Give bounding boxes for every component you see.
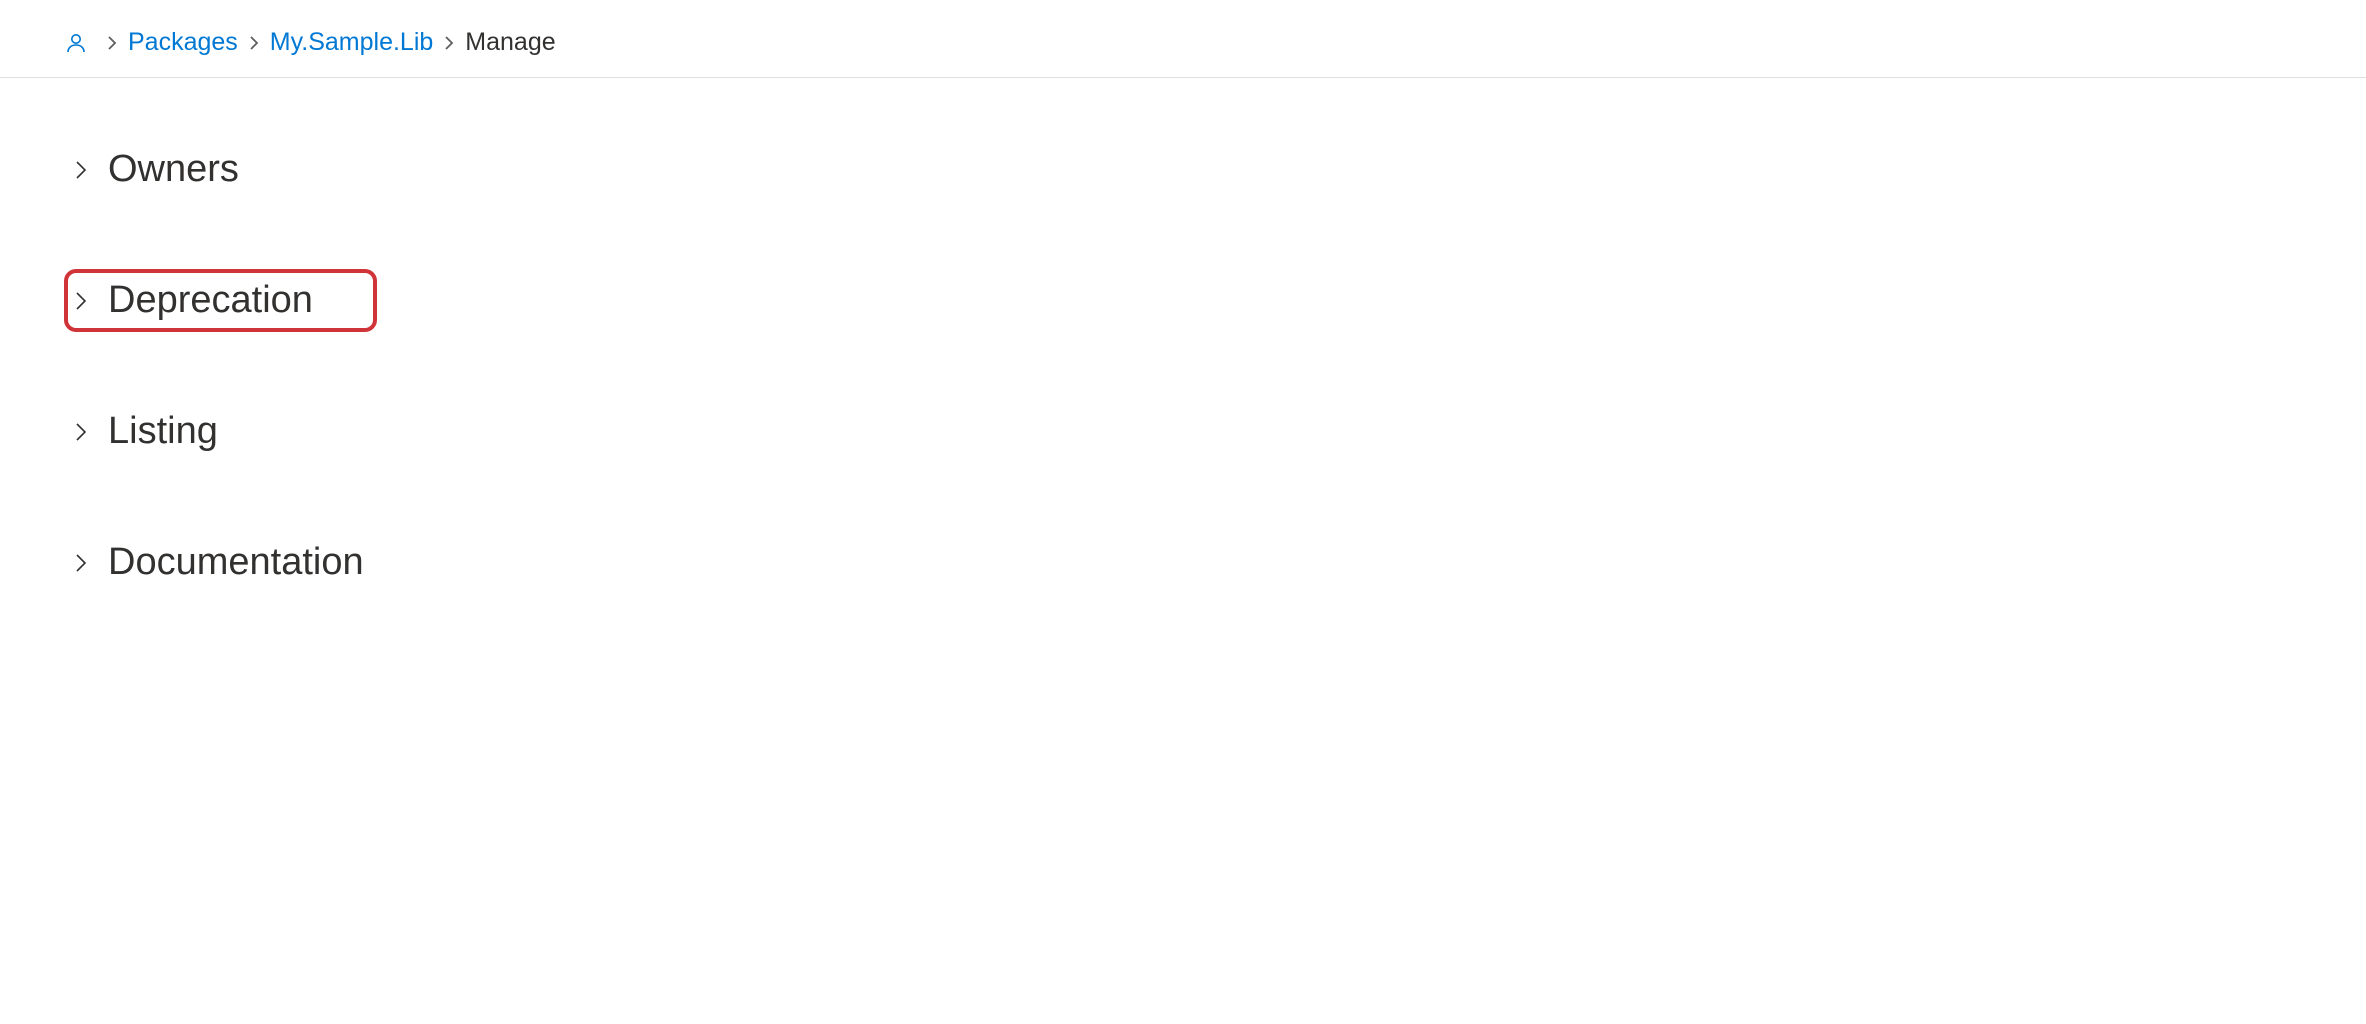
section-label: Deprecation	[108, 279, 313, 322]
section-label: Listing	[108, 410, 218, 453]
breadcrumb-packages-link[interactable]: Packages	[128, 28, 238, 57]
breadcrumb-separator	[106, 34, 118, 52]
user-icon[interactable]	[64, 31, 88, 55]
section-documentation[interactable]: Documentation	[64, 531, 380, 594]
breadcrumb-separator	[443, 34, 455, 52]
chevron-right-icon	[72, 156, 90, 184]
sections-list: Owners Deprecation Listing Documentation	[0, 78, 2366, 594]
chevron-right-icon	[72, 287, 90, 315]
section-listing[interactable]: Listing	[64, 400, 234, 463]
chevron-right-icon	[72, 549, 90, 577]
chevron-right-icon	[72, 418, 90, 446]
section-owners[interactable]: Owners	[64, 138, 255, 201]
section-deprecation[interactable]: Deprecation	[64, 269, 377, 332]
section-label: Documentation	[108, 541, 364, 584]
breadcrumb-package-link[interactable]: My.Sample.Lib	[270, 28, 434, 57]
breadcrumb-separator	[248, 34, 260, 52]
section-label: Owners	[108, 148, 239, 191]
breadcrumb-current: Manage	[465, 28, 555, 57]
breadcrumb: Packages My.Sample.Lib Manage	[0, 0, 2366, 78]
